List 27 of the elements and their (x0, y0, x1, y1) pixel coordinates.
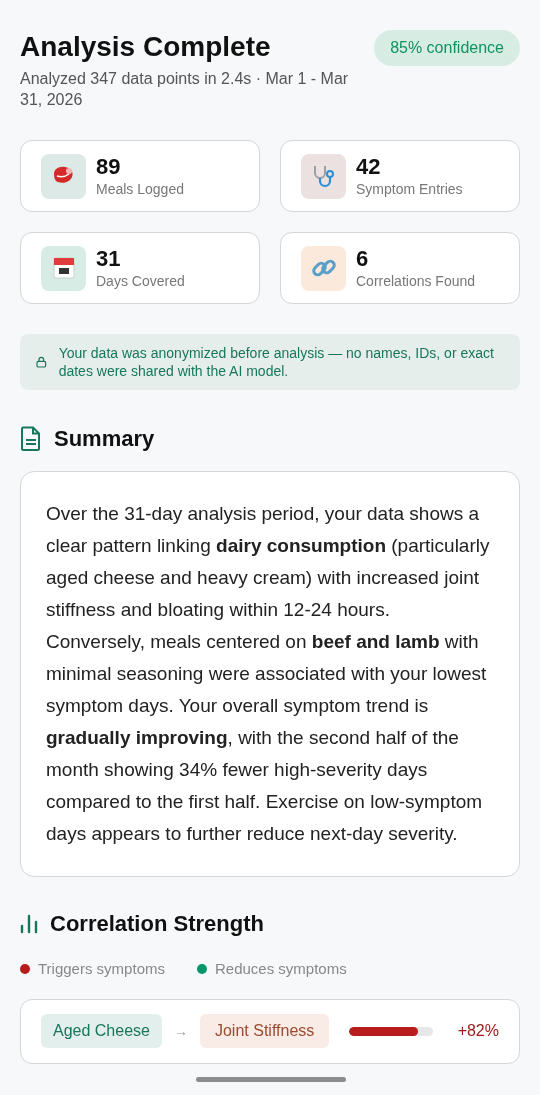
summary-text: Over the 31-day analysis period, your data shows a clear pattern linking dairy consumption (particularly aged cheese and heavy cream) with increased joint stiffness and bloating within 12-24 hours. Conversely, meals centered on beef and lamb with minimal seasoning were associated with your lowest symptom days. Your overall symptom trend is gradually improving, with the second half of the month showing 34% fewer high-severity days compared to the first half. Exercise on low-symptom days appears to further reduce next-day severity. (46, 502, 491, 846)
stat-label: Symptom Entries (356, 180, 463, 198)
arrow-icon: → (173, 1020, 188, 1042)
chain-link-icon (301, 245, 346, 291)
strength-value: +82% (457, 1021, 499, 1041)
stat-label: Meals Logged (96, 180, 184, 198)
stat-value: 42 (356, 154, 382, 180)
bar-chart-icon (20, 913, 38, 934)
privacy-notice-text: Your data was anonymized before analysis — no names, IDs, or exact dates were shared with the AI model. (58, 344, 495, 380)
legend-label: Triggers symptoms (38, 959, 165, 979)
confidence-badge: 85% confidence (374, 30, 520, 66)
steak-icon (41, 153, 86, 199)
subtitle: Analyzed 347 data points in 2.4s · Mar 1 - Mar 31, 2026 (20, 69, 350, 110)
section-heading: Summary (54, 425, 155, 453)
stat-label: Days Covered (96, 272, 185, 290)
stat-value: 6 (356, 246, 370, 272)
page-title: Analysis Complete (20, 30, 272, 64)
stat-label: Correlations Found (356, 272, 476, 290)
stat-value: 31 (96, 246, 122, 272)
symptom-tag: Joint Stiffness (199, 1014, 330, 1048)
stethoscope-icon (301, 153, 346, 199)
section-heading: Correlation Strength (50, 910, 264, 938)
legend-label: Reduces symptoms (214, 959, 347, 979)
stat-value: 89 (96, 154, 122, 180)
calendar-icon (41, 245, 86, 291)
document-icon (20, 426, 42, 451)
food-tag: Aged Cheese (41, 1014, 162, 1048)
